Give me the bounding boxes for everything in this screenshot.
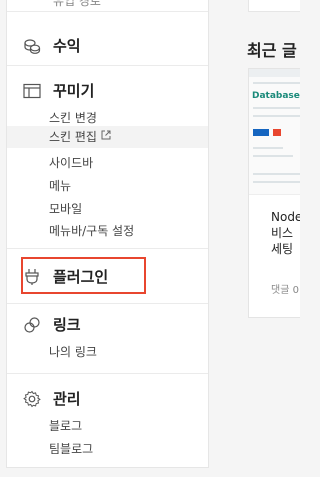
sidebar-item-mobile[interactable]: 모바일 — [49, 200, 82, 217]
sidebar-item-sidebar[interactable]: 사이드바 — [49, 154, 93, 171]
sidebar-item-menu[interactable]: 메뉴 — [49, 177, 71, 194]
thumbnail-line — [253, 115, 300, 117]
divider — [7, 65, 208, 66]
sidebar-item-blog[interactable]: 블로그 — [49, 417, 82, 434]
sidebar-item-skin-edit[interactable]: 스킨 편집 — [7, 126, 208, 148]
thumbnail-line — [253, 147, 283, 149]
layout-icon — [23, 82, 41, 100]
divider — [7, 373, 208, 374]
top-card-partial — [248, 0, 300, 12]
post-card-title[interactable]: Node 비스 세팅 — [271, 209, 300, 257]
sidebar: 유입 경로 수익 꾸미기 스킨 변경 스킨 편집 사이드바 메뉴 모바일 메뉴바… — [6, 0, 209, 468]
sidebar-item-team-blog[interactable]: 팀블로그 — [49, 440, 93, 457]
thumbnail-line — [253, 155, 293, 157]
sidebar-section-label: 플러그인 — [53, 268, 109, 286]
divider — [7, 303, 208, 304]
sidebar-item-my-links[interactable]: 나의 링크 — [49, 343, 97, 360]
sidebar-section-label: 꾸미기 — [53, 82, 95, 100]
thumbnail-button — [273, 129, 281, 136]
divider — [7, 11, 208, 12]
sidebar-section-manage[interactable]: 관리 — [23, 388, 81, 409]
plug-icon — [23, 268, 41, 286]
thumbnail-line — [253, 107, 300, 109]
thumbnail-line — [253, 173, 300, 175]
recent-posts-title: 최근 글 — [247, 41, 297, 60]
coins-icon — [23, 37, 41, 55]
sidebar-section-label: 수익 — [53, 37, 81, 55]
sidebar-section-link[interactable]: 링크 — [23, 314, 81, 335]
post-thumbnail: Database U — [249, 69, 300, 195]
post-title-line: 비스 — [271, 226, 294, 240]
divider — [7, 248, 208, 249]
post-title-line: 세팅 — [271, 242, 294, 256]
sidebar-item-partial[interactable]: 유입 경로 — [53, 0, 101, 9]
post-card[interactable]: Database U Node 비스 세팅 댓글 0 — [248, 68, 300, 318]
gear-icon — [23, 390, 41, 408]
thumbnail-browser-bar — [249, 69, 300, 77]
sidebar-section-plugin[interactable]: 플러그인 — [23, 266, 108, 287]
sidebar-item-skin-change[interactable]: 스킨 변경 — [49, 109, 97, 126]
sidebar-section-label: 링크 — [53, 316, 81, 334]
thumbnail-line — [253, 82, 300, 84]
sidebar-section-decorate[interactable]: 꾸미기 — [23, 80, 94, 101]
thumbnail-button — [253, 129, 269, 136]
link-icon — [23, 316, 41, 334]
sidebar-item-menubar-subscribe[interactable]: 메뉴바/구독 설정 — [49, 222, 134, 239]
thumbnail-line — [253, 181, 300, 183]
main-content: 최근 글 Database U Node 비스 세팅 댓글 0 — [218, 0, 300, 477]
comment-count: 댓글 0 — [271, 285, 299, 296]
sidebar-section-label: 관리 — [53, 390, 81, 408]
post-title-line: Node — [271, 210, 300, 224]
sidebar-section-revenue[interactable]: 수익 — [23, 35, 81, 56]
thumbnail-title: Database U — [252, 91, 300, 101]
sidebar-item-label: 스킨 편집 — [49, 130, 97, 144]
external-link-icon — [101, 127, 111, 149]
